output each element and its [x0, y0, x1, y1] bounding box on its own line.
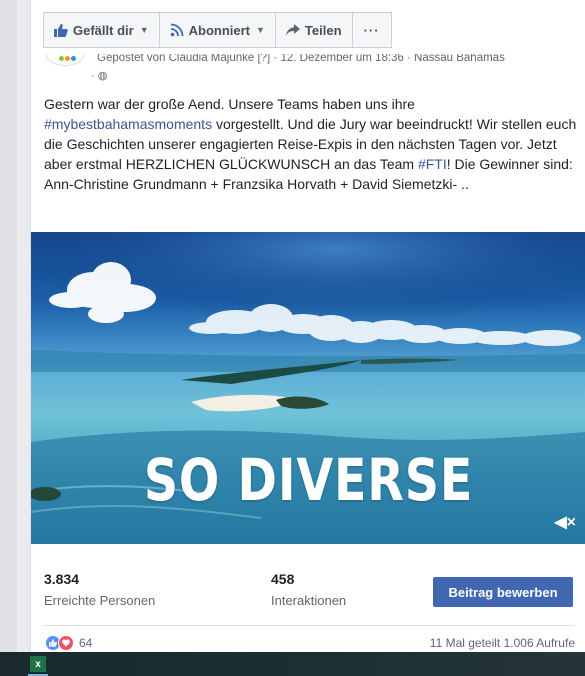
- like-page-button[interactable]: Gefällt dir ▼: [43, 12, 160, 48]
- interactions-label: Interaktionen: [271, 593, 347, 608]
- like-page-label: Gefällt dir: [73, 22, 134, 38]
- reached-people-value: 3.834: [44, 571, 80, 587]
- caret-down-icon: ▼: [256, 25, 265, 35]
- hashtag-fti[interactable]: #FTI: [418, 156, 447, 172]
- left-page-strip: [0, 0, 17, 652]
- subscribe-button[interactable]: Abonniert ▼: [158, 12, 276, 48]
- globe-icon: · ◍: [91, 70, 108, 82]
- video-overlay-title: SO DIVERSE: [143, 446, 474, 514]
- post-text-part-1: Gestern war der große Aend. Unsere Teams…: [44, 96, 415, 112]
- reactions-summary[interactable]: 64: [45, 634, 92, 652]
- share-arrow-icon: [285, 24, 300, 36]
- share-label: Teilen: [304, 22, 342, 38]
- caret-down-icon: ▼: [139, 25, 149, 35]
- boost-post-button[interactable]: Beitrag bewerben: [433, 577, 573, 607]
- post-text: Gestern war der große Aend. Unsere Teams…: [44, 94, 579, 194]
- excel-icon-glyph: x: [35, 658, 41, 670]
- post-byline: Gepostet von Claudia Majunke [?] · 12. D…: [31, 54, 585, 84]
- hashtag-mybestbahamasmoments[interactable]: #mybestbahamasmoments: [44, 116, 212, 132]
- reaction-count: 64: [79, 636, 93, 650]
- more-options-button[interactable]: ···: [351, 12, 392, 48]
- rss-feed-icon: [170, 23, 184, 37]
- subscribe-label: Abonniert: [188, 22, 250, 38]
- page-action-bar: Gefällt dir ▼ Abonniert ▼ Teilen ···: [43, 12, 392, 48]
- love-reaction-icon: [58, 635, 74, 651]
- page-avatar[interactable]: [45, 54, 85, 66]
- byline-text[interactable]: Gepostet von Claudia Majunke [?] · 12. D…: [97, 54, 505, 64]
- share-button[interactable]: Teilen: [274, 12, 353, 48]
- more-options-label: ···: [363, 22, 380, 38]
- thumbs-up-icon: [54, 23, 68, 37]
- windows-taskbar: x: [0, 652, 585, 676]
- excel-icon[interactable]: x: [30, 656, 46, 672]
- post-card: Gefällt dir ▼ Abonniert ▼ Teilen ··· Gep…: [30, 0, 585, 652]
- interactions-value: 458: [271, 571, 295, 587]
- shares-and-views[interactable]: 11 Mal geteilt 1.006 Aufrufe: [430, 636, 575, 650]
- post-video[interactable]: SO DIVERSE ◀×: [31, 232, 585, 544]
- footer-divider: [43, 625, 574, 626]
- reached-people-label: Erreichte Personen: [44, 593, 156, 608]
- mute-icon[interactable]: ◀×: [554, 512, 576, 532]
